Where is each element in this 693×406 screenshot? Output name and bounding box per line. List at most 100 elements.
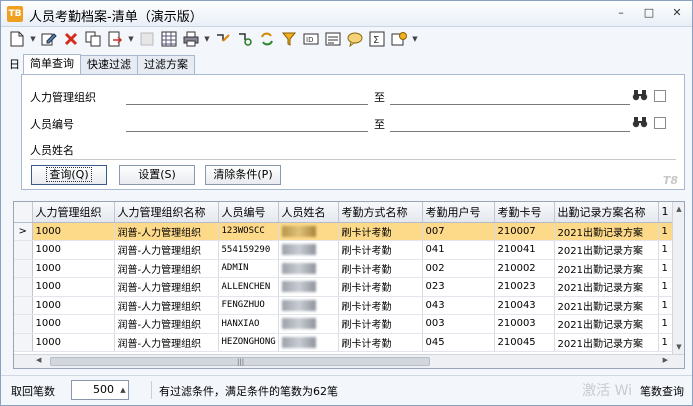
cell-user-no: 002 [422,259,495,278]
cell-extra: 1 [658,314,673,334]
filter-icon[interactable] [279,29,299,49]
redacted-name [281,225,316,237]
col-card-no[interactable]: 考勤卡号 [494,202,555,223]
col-hr-org[interactable]: 人力管理组织 [32,202,115,223]
cell-user-no: 043 [422,296,495,315]
settings-button[interactable]: 设置(S) [119,165,195,185]
emp-no-from-input[interactable] [126,131,368,132]
edit-icon[interactable] [39,29,59,49]
row-indicator: > [14,222,33,241]
cell-hr-org-name: 润普-人力管理组织 [114,259,219,278]
col-hr-org-name[interactable]: 人力管理组织名称 [114,202,219,223]
cell-user-no: 003 [422,314,495,334]
hr-org-checkbox[interactable] [654,90,666,102]
emp-no-to-input[interactable] [390,131,630,132]
print-icon[interactable] [181,29,201,49]
cell-user-no: 045 [422,333,495,352]
cell-card-no: 210045 [494,333,555,352]
sum-icon[interactable]: Σ [367,29,387,49]
cell-att-mode: 刷卡计考勤 [338,333,423,352]
hr-org-from-input[interactable] [126,104,368,105]
grip-icon: ||| [237,358,245,366]
status-bar: 取回笔数 500 ▲ 有过滤条件，满足条件的笔数为62笔 激活 Wi 笔数查询 [1,375,692,405]
cell-hr-org: 1000 [32,222,115,241]
vertical-scrollbar[interactable]: ▲ ▼ [672,202,684,354]
new-doc-icon[interactable] [7,29,27,49]
redacted-name [281,262,316,274]
tab-simple-query[interactable]: 简单查询 [23,54,81,74]
cell-emp-no: HEZONGHONG [218,333,279,352]
locate-icon[interactable] [235,29,255,49]
cell-scheme: 2021出勤记录方案 [554,277,659,297]
panel-collapse-marker[interactable]: 日 [9,56,20,72]
table-row[interactable]: 1000 润普-人力管理组织 FENGZHUO 刷卡计考勤 043 210043… [14,296,673,315]
refresh-link-icon[interactable] [213,29,233,49]
scroll-right-icon[interactable]: ▶ [663,356,668,364]
id-icon[interactable]: ID [301,29,321,49]
sync-icon[interactable] [257,29,277,49]
print-dropdown-icon[interactable]: ▼ [203,29,211,49]
cell-hr-org: 1000 [32,333,115,352]
clear-conditions-button[interactable]: 清除条件(P) [205,165,281,185]
cell-emp-name [278,333,339,352]
fetch-count-label: 取回笔数 [11,385,55,398]
col-emp-name[interactable]: 人员姓名 [278,202,339,223]
cell-emp-no: ALLENCHEN [218,277,279,297]
comment-icon[interactable] [345,29,365,49]
delete-icon[interactable] [61,29,81,49]
cell-extra: 1 [658,277,673,297]
scroll-up-icon[interactable]: ▲ [674,204,684,214]
col-extra[interactable]: 1 [658,202,673,223]
cell-emp-name [278,296,339,315]
binoculars-icon[interactable] [632,88,648,105]
query-panel: 人力管理组织 至 人员编号 至 人员姓名 查询(Q) 设置(S) 清除条件(P)… [21,74,685,190]
query-button[interactable]: 查询(Q) [31,165,107,185]
svg-text:ID: ID [306,36,313,44]
table-row[interactable]: 1000 润普-人力管理组织 ADMIN 刷卡计考勤 002 210002 20… [14,259,673,278]
spinner-icon[interactable]: ▲ [118,381,128,399]
col-user-no[interactable]: 考勤用户号 [422,202,495,223]
cell-emp-name [278,259,339,278]
col-scheme[interactable]: 出勤记录方案名称 [554,202,659,223]
table-row[interactable]: 1000 润普-人力管理组织 HANXIAO 刷卡计考勤 003 210003 … [14,314,673,334]
table-row[interactable]: 1000 润普-人力管理组织 554159290 刷卡计考勤 041 21004… [14,240,673,260]
new-dropdown-icon[interactable]: ▼ [29,29,37,49]
export-icon[interactable] [105,29,125,49]
field-label: 人员姓名 [30,144,74,157]
approve-dropdown-icon[interactable]: ▼ [411,29,419,49]
grid-icon[interactable] [159,29,179,49]
emp-no-checkbox[interactable] [654,117,666,129]
tab-quick-filter[interactable]: 快速过滤 [80,55,138,74]
cell-emp-no: FENGZHUO [218,296,279,315]
table-row[interactable]: 1000 润普-人力管理组织 ALLENCHEN 刷卡计考勤 023 21002… [14,277,673,297]
cell-att-mode: 刷卡计考勤 [338,240,423,260]
cell-emp-no: HANXIAO [218,314,279,334]
cell-att-mode: 刷卡计考勤 [338,296,423,315]
query-button-label: 查询(Q) [46,167,92,182]
list-icon[interactable] [323,29,343,49]
count-query-link[interactable]: 笔数查询 [640,383,684,399]
table-row[interactable]: > 1000 润普-人力管理组织 123WOSCC 刷卡计考勤 007 2100… [14,222,673,241]
copy-icon[interactable] [83,29,103,49]
window-controls: – □ ✕ [612,5,686,21]
approve-icon[interactable] [389,29,409,49]
scroll-down-icon[interactable]: ▼ [674,342,684,352]
horizontal-scrollbar[interactable]: ◀ ||| ▶ [14,354,684,368]
tab-filter-scheme[interactable]: 过滤方案 [137,55,195,74]
emp-name-input[interactable] [30,159,676,160]
minimize-button[interactable]: – [612,5,630,21]
cell-scheme: 2021出勤记录方案 [554,222,659,241]
col-emp-no[interactable]: 人员编号 [218,202,279,223]
cell-att-mode: 刷卡计考勤 [338,259,423,278]
maximize-button[interactable]: □ [640,5,658,21]
close-button[interactable]: ✕ [668,5,686,21]
col-att-mode[interactable]: 考勤方式名称 [338,202,423,223]
hr-org-to-input[interactable] [390,104,630,105]
scroll-thumb[interactable]: ||| [50,357,430,366]
records-table: 人力管理组织 人力管理组织名称 人员编号 人员姓名 考勤方式名称 考勤用户号 考… [14,202,673,352]
export-dropdown-icon[interactable]: ▼ [127,29,135,49]
scroll-left-icon[interactable]: ◀ [36,356,41,364]
binoculars-icon[interactable] [632,115,648,132]
app-logo-icon: TB [7,6,23,22]
table-row[interactable]: 1000 润普-人力管理组织 HEZONGHONG 刷卡计考勤 045 2100… [14,333,673,352]
